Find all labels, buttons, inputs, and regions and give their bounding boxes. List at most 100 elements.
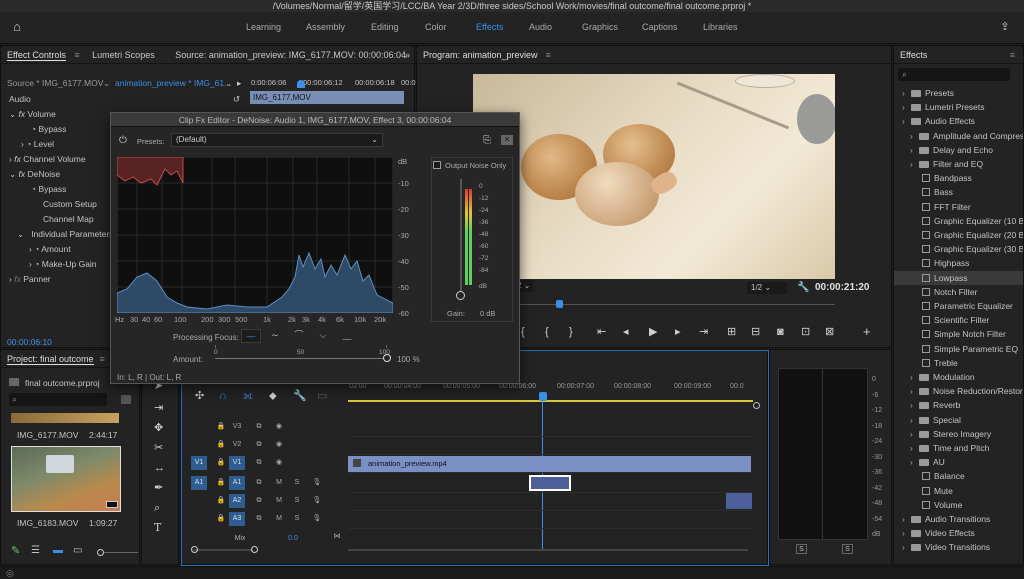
focus-high-button[interactable]: ⎽ [337, 329, 357, 343]
effects-item[interactable]: Parametric Equalizer [894, 299, 1023, 313]
go-to-out-icon[interactable]: ⇥ [699, 326, 708, 338]
new-bin-icon[interactable] [121, 395, 131, 404]
chevron-down-icon[interactable]: ⌄ [9, 109, 16, 119]
track-zoom-handle[interactable] [191, 546, 198, 553]
mix-value[interactable]: 0.0 [281, 532, 305, 546]
effects-item[interactable]: Graphic Equalizer (30 Bands) [894, 242, 1023, 256]
extract-icon[interactable]: ⊟ [751, 326, 760, 338]
effects-item[interactable]: › Stereo Imagery [894, 427, 1023, 441]
comparison-view-icon[interactable]: ⊡ [801, 326, 810, 338]
zoom-slider-track[interactable] [104, 552, 138, 553]
workspace-tab-editing[interactable]: Editing [371, 22, 399, 32]
solo-button[interactable]: S [289, 476, 305, 490]
effects-search-input[interactable]: ⌕ [898, 68, 1010, 81]
wrench-icon[interactable]: 🔧 [797, 282, 809, 294]
export-frame-icon[interactable]: ◙ [777, 326, 784, 338]
play-icon[interactable]: ▶ [649, 326, 657, 338]
preset-dropdown[interactable]: (Default) ⌄ [171, 133, 383, 147]
chevron-right-icon[interactable]: › [902, 100, 911, 114]
step-forward-icon[interactable]: ▸ [675, 326, 681, 338]
chevron-right-icon[interactable]: › [9, 274, 12, 284]
captions-icon[interactable]: ▭ [317, 390, 327, 402]
save-preset-icon[interactable]: ⎘ [483, 135, 491, 146]
sync-lock-icon[interactable]: ⧉ [251, 512, 267, 526]
tab-source[interactable]: Source: animation_preview: IMG_6177.MOV:… [175, 50, 406, 60]
clip-thumbnail-1[interactable] [11, 413, 119, 423]
freeform-view-icon[interactable]: ▭ [73, 544, 82, 558]
ec-volume[interactable]: Volume [28, 109, 56, 119]
stopwatch-icon[interactable]: ◔ [26, 139, 31, 149]
workspace-tab-effects[interactable]: Effects [476, 22, 503, 32]
magnet-icon[interactable]: ∩ [219, 390, 227, 402]
solo-left-button[interactable]: S [796, 544, 807, 554]
eye-icon[interactable]: ◉ [271, 456, 287, 470]
track-label-v1[interactable]: V1 [229, 456, 245, 470]
effects-item[interactable]: Highpass [894, 256, 1023, 270]
effects-item[interactable]: Treble [894, 356, 1023, 370]
expand-panels-icon[interactable]: » [405, 46, 410, 64]
menu-icon[interactable]: ≡ [546, 50, 551, 60]
mic-icon[interactable]: 🎙 [309, 512, 325, 526]
effects-item[interactable]: › Noise Reduction/Restoration [894, 384, 1023, 398]
chevron-right-icon[interactable]: › [21, 139, 24, 149]
timeline-playhead[interactable] [539, 392, 547, 401]
effects-item[interactable]: › Modulation [894, 370, 1023, 384]
mic-icon[interactable]: 🎙 [309, 476, 325, 490]
effects-title[interactable]: Effects [900, 50, 927, 60]
track-zoom-bar[interactable] [193, 549, 253, 551]
stopwatch-icon[interactable]: ◔ [31, 124, 36, 134]
chevron-right-icon[interactable]: › [902, 114, 911, 128]
stopwatch-icon[interactable]: ◔ [34, 244, 39, 254]
amount-slider-track[interactable] [215, 358, 387, 359]
effects-item[interactable]: Balance [894, 469, 1023, 483]
stopwatch-icon[interactable]: ◔ [31, 184, 36, 194]
ec-denoise[interactable]: DeNoise [28, 169, 61, 179]
workspace-tab-color[interactable]: Color [425, 22, 447, 32]
chevron-right-icon[interactable]: › [910, 157, 919, 171]
effects-item[interactable]: › Video Transitions [894, 540, 1023, 554]
mute-button[interactable]: M [271, 494, 287, 508]
step-back-icon[interactable]: ◂ [623, 326, 629, 338]
share-icon[interactable]: ⇪ [998, 21, 1012, 33]
amount-value[interactable]: 100 % [397, 355, 420, 364]
timeline-scrollbar[interactable] [348, 549, 748, 551]
workspace-tab-learning[interactable]: Learning [246, 22, 281, 32]
effects-item[interactable]: Simple Parametric EQ [894, 342, 1023, 356]
lock-icon[interactable]: 🔒 [213, 456, 229, 470]
reset-icon[interactable]: ↺ [233, 92, 240, 106]
effects-item[interactable]: Notch Filter [894, 285, 1023, 299]
close-icon[interactable]: ✕ [501, 135, 513, 145]
menu-icon[interactable]: ≡ [74, 50, 79, 60]
chevron-right-icon[interactable]: › [902, 540, 911, 554]
focus-all-button[interactable]: — [241, 329, 261, 343]
effects-item[interactable]: Scientific Filter [894, 313, 1023, 327]
effects-item[interactable]: › Reverb [894, 398, 1023, 412]
track-zoom-handle[interactable] [251, 546, 258, 553]
zoom-slider-handle[interactable] [97, 549, 104, 556]
lift-icon[interactable]: ⊞ [727, 326, 736, 338]
pen-tool-icon[interactable]: ✒ [154, 482, 163, 494]
linked-selection-icon[interactable]: ⟗ [243, 390, 253, 402]
go-to-in-icon[interactable]: ⇤ [597, 326, 606, 338]
effects-item[interactable]: Simple Notch Filter [894, 327, 1023, 341]
chevron-right-icon[interactable]: › [910, 427, 919, 441]
ec-channel-volume[interactable]: Channel Volume [23, 154, 85, 164]
effects-item[interactable]: › Delay and Echo [894, 143, 1023, 157]
chevron-right-icon[interactable]: › [902, 526, 911, 540]
effects-item[interactable]: Graphic Equalizer (20 Bands) [894, 228, 1023, 242]
lock-icon[interactable]: 🔒 [213, 420, 229, 434]
effects-item[interactable]: Graphic Equalizer (10 Bands) [894, 214, 1023, 228]
focus-low-button[interactable]: ∼ [265, 329, 285, 343]
chevron-down-icon[interactable]: ⌄ [225, 76, 232, 90]
clip1-name[interactable]: IMG_6177.MOV [17, 428, 78, 442]
workspace-tab-assembly[interactable]: Assembly [306, 22, 345, 32]
lock-icon[interactable]: 🔒 [213, 476, 229, 490]
effects-item[interactable]: › Time and Pitch [894, 441, 1023, 455]
chevron-right-icon[interactable]: › [902, 86, 911, 100]
lock-icon[interactable]: 🔒 [213, 438, 229, 452]
project-title[interactable]: Project: final outcome [7, 354, 94, 365]
workspace-tab-audio[interactable]: Audio [529, 22, 552, 32]
ec-clip-bar[interactable]: IMG_6177.MOV [250, 91, 404, 104]
solo-button[interactable]: S [289, 494, 305, 508]
gain-slider-track[interactable] [460, 179, 462, 295]
